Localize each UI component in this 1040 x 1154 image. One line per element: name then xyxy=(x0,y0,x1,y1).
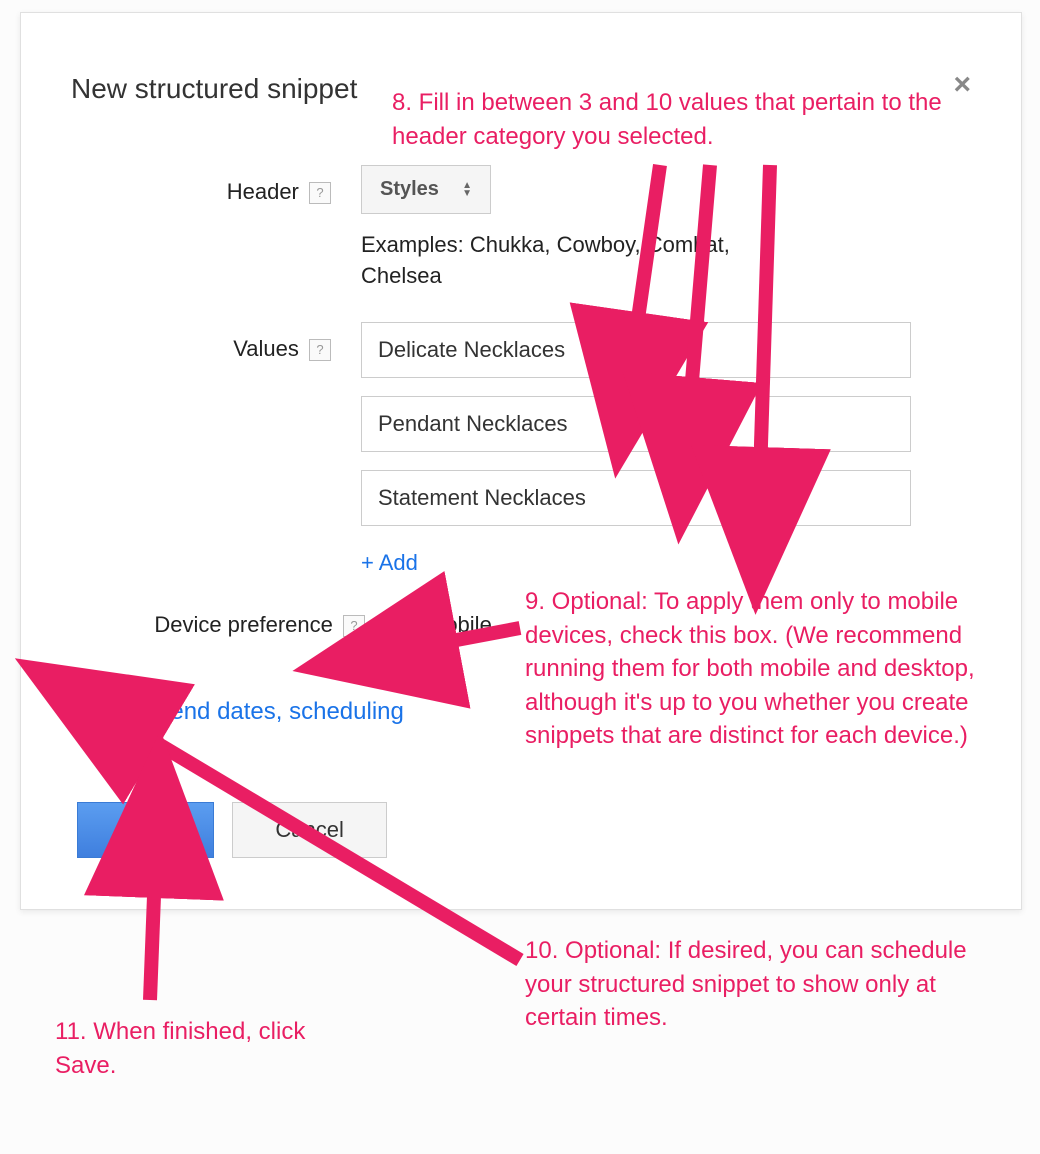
values-label: Values xyxy=(233,336,299,361)
help-icon[interactable]: ? xyxy=(309,182,331,204)
values-field-col: + Add xyxy=(341,322,971,576)
save-button[interactable]: Save xyxy=(77,802,214,858)
annotation-step10: 10. Optional: If desired, you can schedu… xyxy=(525,934,1005,1035)
chevron-updown-icon: ▲▼ xyxy=(462,182,472,198)
annotation-step9: 9. Optional: To apply them only to mobil… xyxy=(525,585,995,753)
mobile-checkbox[interactable] xyxy=(389,613,413,637)
add-value-link[interactable]: + Add xyxy=(361,550,418,576)
values-row: Values ? + Add xyxy=(71,322,971,576)
values-label-col: Values ? xyxy=(71,322,341,362)
device-preference-label: Device preference xyxy=(154,612,333,637)
header-label-col: Header ? xyxy=(71,165,341,205)
header-select-value: Styles xyxy=(380,178,439,201)
value-input-2[interactable] xyxy=(361,396,911,452)
header-examples: Examples: Chukka, Cowboy, Combat, Chelse… xyxy=(361,230,801,292)
help-icon[interactable]: ? xyxy=(343,615,365,637)
cancel-button[interactable]: Cancel xyxy=(232,802,386,858)
header-row: Header ? Styles ▲▼ Examples: Chukka, Cow… xyxy=(71,165,971,292)
button-row: Save Cancel xyxy=(77,802,971,858)
help-icon[interactable]: ? xyxy=(309,339,331,361)
device-label-wrap: Device preference ? xyxy=(71,612,371,638)
header-label: Header xyxy=(227,179,299,204)
value-input-3[interactable] xyxy=(361,470,911,526)
mobile-checkbox-label: Mobile xyxy=(427,612,492,638)
value-input-1[interactable] xyxy=(361,322,911,378)
annotation-step11: 11. When finished, click Save. xyxy=(55,1015,365,1082)
annotation-step8: 8. Fill in between 3 and 10 values that … xyxy=(392,86,992,153)
header-field-col: Styles ▲▼ Examples: Chukka, Cowboy, Comb… xyxy=(341,165,971,292)
schedule-link[interactable]: Start/end dates, scheduling xyxy=(113,698,404,726)
header-select[interactable]: Styles ▲▼ xyxy=(361,165,491,214)
expand-plus-icon[interactable]: + xyxy=(77,701,99,723)
